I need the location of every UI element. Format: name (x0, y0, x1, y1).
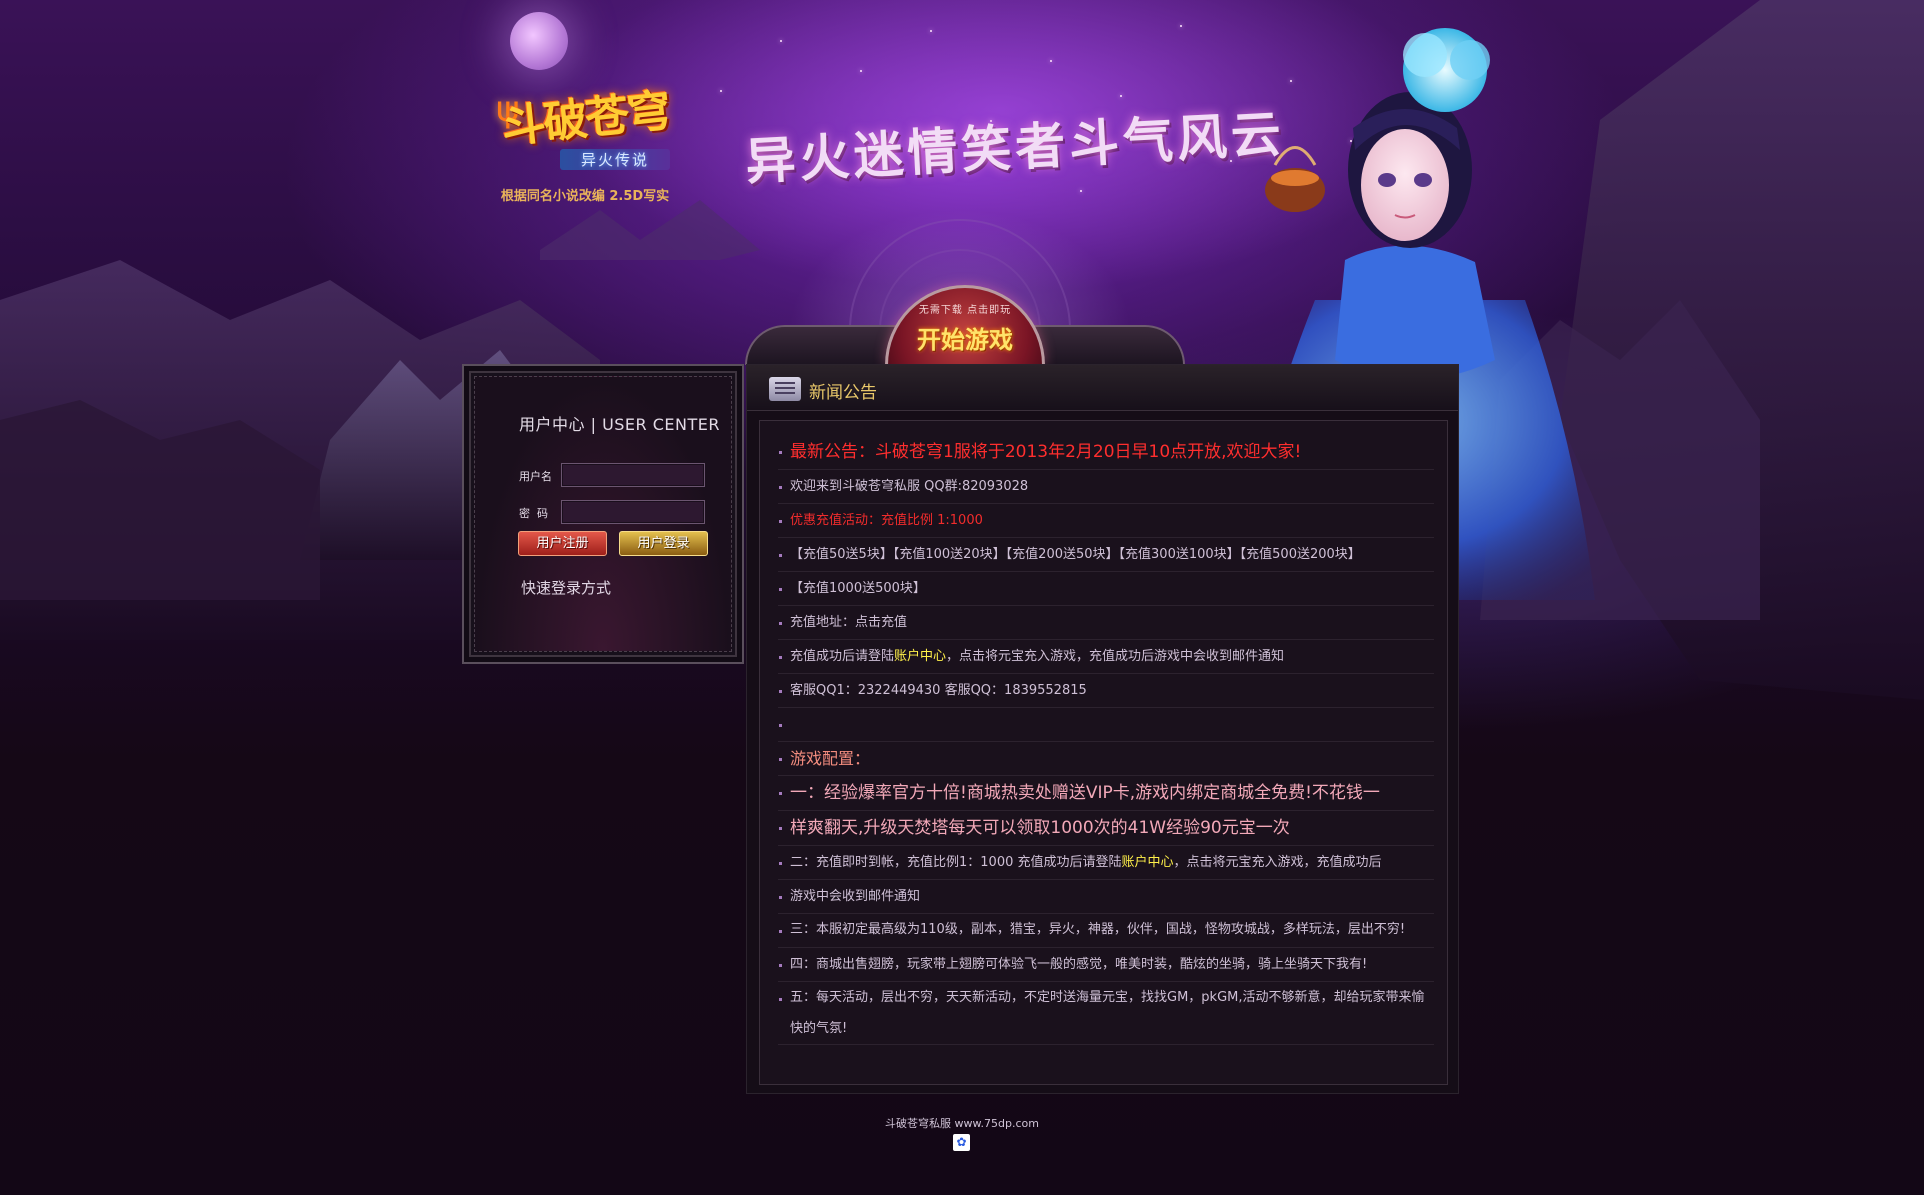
promo-tiers: 【充值50送5块】【充值100送20块】【充值200送50块】【充值300送10… (790, 547, 1361, 562)
config-3: 三：本服初定最高级为110级，副本，猎宝，异火，神器，伙伴，国战，怪物攻城战，多… (790, 922, 1406, 937)
news-panel: 新闻公告 最新公告：斗破苍穹1服将于2013年2月20日早10点开放,欢迎大家!… (746, 364, 1459, 1094)
news-item-config-1a: 一：经验爆率官方十倍!商城热卖处赠送VIP卡,游戏内绑定商城全免费!不花钱一 (778, 776, 1434, 811)
headline-text: 最新公告：斗破苍穹1服将于2013年2月20日早10点开放,欢迎大家! (790, 442, 1302, 462)
footer-text[interactable]: 斗破苍穹私服 www.75dp.com (0, 1115, 1924, 1131)
news-item-config-2b: 游戏中会收到邮件通知 (778, 880, 1434, 914)
news-item-welcome: 欢迎来到斗破苍穹私服 QQ群:82093028 (778, 470, 1434, 504)
news-item-promo: 优惠充值活动：充值比例 1:1000 (778, 504, 1434, 538)
after-recharge-suffix: ，点击将元宝充入游戏，充值成功后游戏中会收到邮件通知 (946, 649, 1285, 664)
user-center-title: 用户中心 | USER CENTER (519, 415, 720, 434)
quick-login-label[interactable]: 快速登录方式 (521, 577, 611, 598)
account-center-link-2[interactable]: 账户中心 (1122, 855, 1174, 870)
config-1a: 一：经验爆率官方十倍!商城热卖处赠送VIP卡,游戏内绑定商城全免费!不花钱一 (790, 783, 1380, 803)
news-item-config-1b: 样爽翻天,升级天焚塔每天可以领取1000次的41W经验90元宝一次 (778, 811, 1434, 846)
password-label: 密 码 (519, 507, 548, 520)
config-2-suffix: ，点击将元宝充入游戏，充值成功后 (1173, 855, 1382, 870)
username-row: 用户名 (519, 463, 705, 487)
after-recharge-prefix: 充值成功后请登陆 (790, 649, 895, 664)
news-item-empty (778, 708, 1434, 742)
news-header: 新闻公告 (747, 365, 1458, 411)
customer-service: 客服QQ1：2322449430 客服QQ：1839552815 (790, 683, 1087, 698)
user-center-inner: 用户中心 | USER CENTER 用户名 密 码 用户注册 用户登录 快速登… (474, 376, 732, 652)
paw-icon[interactable]: ✿ (953, 1134, 970, 1151)
account-center-link[interactable]: 账户中心 (894, 649, 946, 664)
news-item-recharge[interactable]: 充值地址：点击充值 (778, 606, 1434, 640)
config-5: 五：每天活动，层出不穷，天天新活动，不定时送海量元宝，找找GM，pkGM,活动不… (790, 990, 1425, 1036)
config-2-prefix: 二：充值即时到帐，充值比例1：1000 充值成功后请登陆 (790, 855, 1122, 870)
login-button[interactable]: 用户登录 (619, 531, 708, 556)
username-input[interactable] (561, 463, 705, 487)
news-title: 新闻公告 (809, 383, 877, 403)
news-item-config-title: 游戏配置： (778, 742, 1434, 776)
welcome-text: 欢迎来到斗破苍穹私服 QQ群:82093028 (790, 479, 1029, 494)
password-row: 密 码 (519, 500, 705, 524)
news-item-after-recharge: 充值成功后请登陆账户中心，点击将元宝充入游戏，充值成功后游戏中会收到邮件通知 (778, 640, 1434, 674)
logo-subtitle: 异火传说 (560, 149, 670, 170)
promo-tier-last: 【充值1000送500块】 (790, 581, 926, 596)
news-body: 最新公告：斗破苍穹1服将于2013年2月20日早10点开放,欢迎大家! 欢迎来到… (759, 420, 1448, 1085)
promo-title: 优惠充值活动：充值比例 1:1000 (790, 513, 983, 528)
username-label: 用户名 (519, 470, 552, 483)
config-4: 四：商城出售翅膀，玩家带上翅膀可体验飞一般的感觉，唯美时装，酷炫的坐骑，骑上坐骑… (790, 957, 1368, 972)
logo-tagline: 根据同名小说改编 2.5D写实 (500, 189, 670, 204)
config-2b: 游戏中会收到邮件通知 (790, 889, 921, 904)
config-title: 游戏配置： (790, 749, 871, 768)
start-game-button[interactable]: 无需下载 点击即玩 开始游戏 (885, 285, 1045, 365)
news-item-config-4: 四：商城出售翅膀，玩家带上翅膀可体验飞一般的感觉，唯美时装，酷炫的坐骑，骑上坐骑… (778, 948, 1434, 982)
news-item-customer-service: 客服QQ1：2322449430 客服QQ：1839552815 (778, 674, 1434, 708)
user-center-panel: 用户中心 | USER CENTER 用户名 密 码 用户注册 用户登录 快速登… (462, 364, 744, 664)
password-input[interactable] (561, 500, 705, 524)
news-headline[interactable]: 最新公告：斗破苍穹1服将于2013年2月20日早10点开放,欢迎大家! (778, 435, 1434, 470)
game-logo[interactable]: ψ 斗破苍穹 异火传说 根据同名小说改编 2.5D写实 (490, 55, 680, 205)
logo-title: 斗破苍穹 (499, 85, 672, 154)
news-list: 最新公告：斗破苍穹1服将于2013年2月20日早10点开放,欢迎大家! 欢迎来到… (778, 435, 1434, 1045)
recharge-address: 充值地址：点击充值 (790, 615, 908, 630)
register-button[interactable]: 用户注册 (518, 531, 607, 556)
news-item-config-3: 三：本服初定最高级为110级，副本，猎宝，异火，神器，伙伴，国战，怪物攻城战，多… (778, 914, 1434, 948)
news-item-tier-last: 【充值1000送500块】 (778, 572, 1434, 606)
news-icon (769, 377, 801, 401)
news-item-config-2: 二：充值即时到帐，充值比例1：1000 充值成功后请登陆账户中心，点击将元宝充入… (778, 846, 1434, 880)
news-item-tiers: 【充值50送5块】【充值100送20块】【充值200送50块】【充值300送10… (778, 538, 1434, 572)
start-game-label: 开始游戏 (917, 326, 1013, 354)
news-item-config-5: 五：每天活动，层出不穷，天天新活动，不定时送海量元宝，找找GM，pkGM,活动不… (778, 982, 1434, 1045)
config-1b: 样爽翻天,升级天焚塔每天可以领取1000次的41W经验90元宝一次 (790, 818, 1290, 838)
start-game-area: 无需下载 点击即玩 开始游戏 (745, 285, 1185, 365)
start-game-hint: 无需下载 点击即玩 (918, 305, 1012, 316)
